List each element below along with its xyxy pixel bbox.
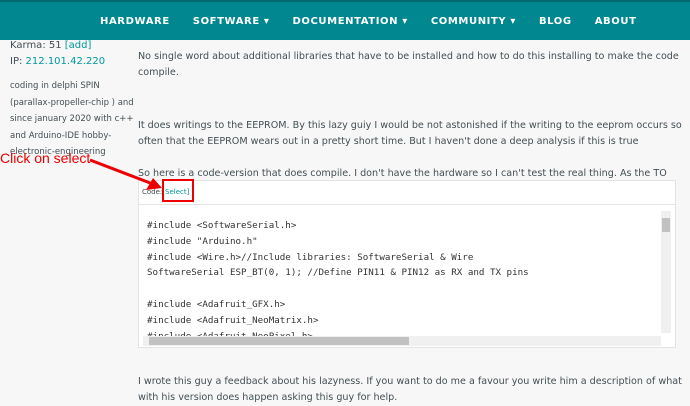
annotation-highlight-box — [162, 179, 194, 202]
annotation-arrow-icon — [89, 158, 162, 190]
